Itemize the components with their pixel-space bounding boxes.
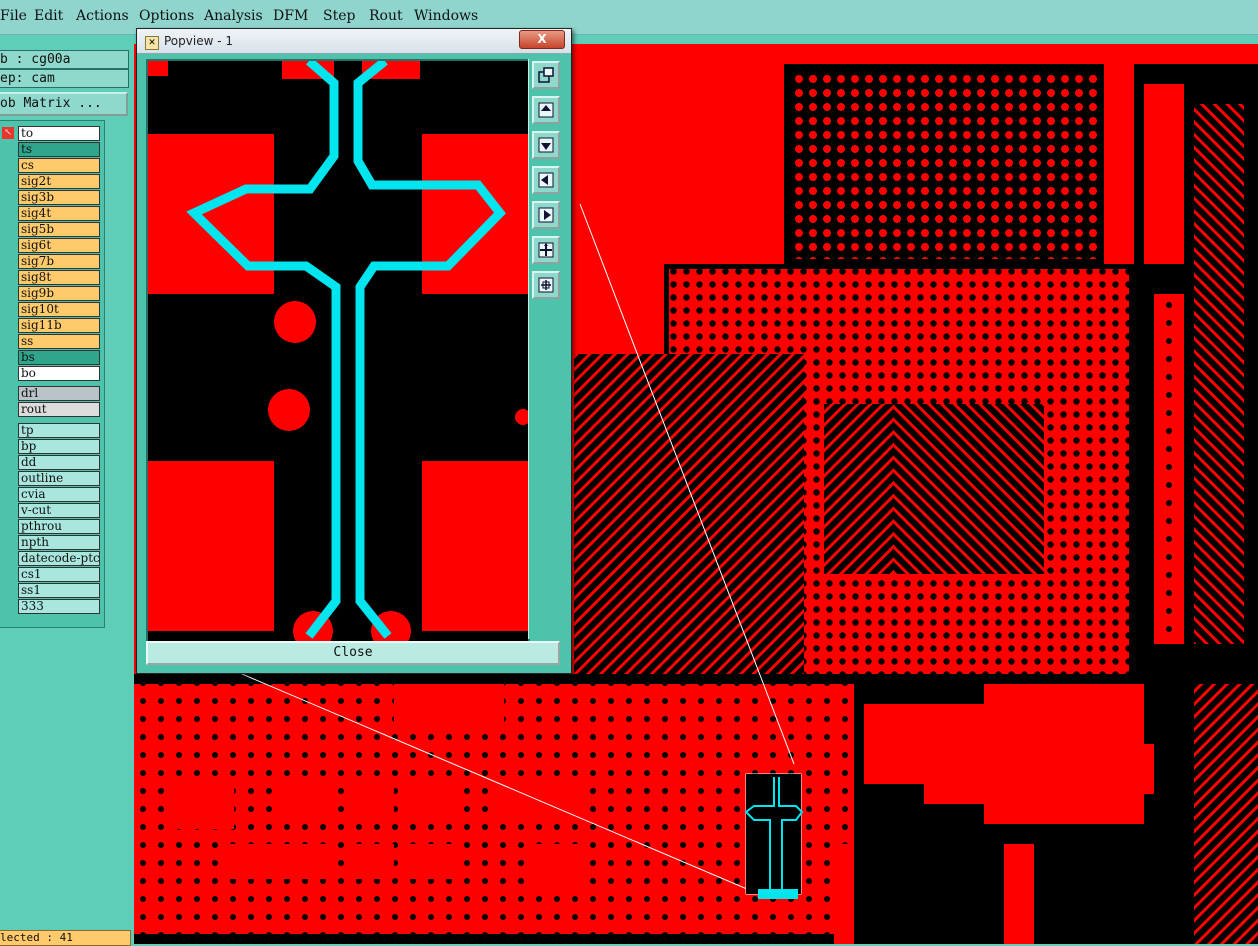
app-icon: ✕ xyxy=(145,36,159,50)
layer-row-sig7b[interactable]: sig7b xyxy=(18,254,100,269)
layer-name: tp xyxy=(21,423,34,437)
layer-row-sig10t[interactable]: sig10t xyxy=(18,302,100,317)
layer-row-sig11b[interactable]: sig11b xyxy=(18,318,100,333)
layer-name: sig3b xyxy=(21,190,54,204)
layer-name: dd xyxy=(21,455,37,469)
popview-toolbar xyxy=(529,59,563,639)
layer-name: sig7b xyxy=(21,254,54,268)
zoom-in-icon[interactable] xyxy=(532,236,560,264)
layer-row-pthrou[interactable]: pthrou xyxy=(18,519,100,534)
layer-row-bp[interactable]: bp xyxy=(18,439,100,454)
popview-zoom-canvas[interactable] xyxy=(146,59,530,643)
pan-right-icon[interactable] xyxy=(532,201,560,229)
layer-row-to[interactable]: to xyxy=(18,126,100,141)
zoomed-trace-artwork xyxy=(148,61,528,641)
layer-row-bo[interactable]: bo xyxy=(18,366,100,381)
layer-name: npth xyxy=(21,535,49,549)
layer-name: sig2t xyxy=(21,174,52,188)
layer-name: ss1 xyxy=(21,583,41,597)
layer-name: sig10t xyxy=(21,302,59,316)
layer-name: bo xyxy=(21,366,36,380)
zoom-window-icon[interactable] xyxy=(532,61,560,89)
layer-row-sig6t[interactable]: sig6t xyxy=(18,238,100,253)
layer-name: to xyxy=(21,126,34,140)
layer-list: to ts cs sig2t sig3b sig4t sig5b sig6t sig7b sig8… xyxy=(0,120,105,628)
left-panel: b : cg00a ep: cam ob Matrix ... to ts cs si… xyxy=(0,44,134,944)
popview-title: Popview - 1 xyxy=(164,34,233,48)
layer-name: cvia xyxy=(21,487,46,501)
layer-row-outline[interactable]: outline xyxy=(18,471,100,486)
step-label: ep: cam xyxy=(0,69,129,88)
layer-row-sig9b[interactable]: sig9b xyxy=(18,286,100,301)
layer-name: drl xyxy=(21,386,39,400)
menu-windows[interactable]: Windows xyxy=(414,8,478,24)
menu-options[interactable]: Options xyxy=(139,8,194,24)
pan-down-icon[interactable] xyxy=(532,131,560,159)
layer-name: 333 xyxy=(21,599,44,613)
layer-name: sig4t xyxy=(21,206,52,220)
layer-name: sig11b xyxy=(21,318,62,332)
job-label: b : cg00a xyxy=(0,50,129,69)
layer-row-bs[interactable]: bs xyxy=(18,350,100,365)
layer-row-ss[interactable]: ss xyxy=(18,334,100,349)
pan-left-icon[interactable] xyxy=(532,166,560,194)
zoom-fit-icon[interactable] xyxy=(532,271,560,299)
layer-name: cs1 xyxy=(21,567,42,581)
layer-row-sig8t[interactable]: sig8t xyxy=(18,270,100,285)
layer-row-sig5b[interactable]: sig5b xyxy=(18,222,100,237)
pan-up-icon[interactable] xyxy=(532,96,560,124)
layer-row-cs1[interactable]: cs1 xyxy=(18,567,100,582)
menu-rout[interactable]: Rout xyxy=(369,8,403,24)
layer-row-v-cut[interactable]: v-cut xyxy=(18,503,100,518)
popview-window: ✕ Popview - 1 X Close xyxy=(136,28,572,674)
layer-row-datecode-ptc[interactable]: datecode-ptc xyxy=(18,551,100,566)
layer-row-cs[interactable]: cs xyxy=(18,158,100,173)
menu-file[interactable]: File xyxy=(0,8,27,24)
layer-name: sig5b xyxy=(21,222,54,236)
menu-step[interactable]: Step xyxy=(323,8,355,24)
job-matrix-button[interactable]: ob Matrix ... xyxy=(0,92,128,116)
layer-name: sig8t xyxy=(21,270,52,284)
layer-row-ss1[interactable]: ss1 xyxy=(18,583,100,598)
layer-row-333[interactable]: 333 xyxy=(18,599,100,614)
layer-row-tp[interactable]: tp xyxy=(18,423,100,438)
layer-name: bs xyxy=(21,350,35,364)
close-button[interactable]: Close xyxy=(146,641,560,665)
layer-row-sig4t[interactable]: sig4t xyxy=(18,206,100,221)
layer-name: outline xyxy=(21,471,64,485)
layer-row-dd[interactable]: dd xyxy=(18,455,100,470)
layer-name: cs xyxy=(21,158,34,172)
layer-row-sig3b[interactable]: sig3b xyxy=(18,190,100,205)
menu-dfm[interactable]: DFM xyxy=(273,8,308,24)
menu-actions[interactable]: Actions xyxy=(76,8,129,24)
layer-name: datecode-ptc xyxy=(21,551,100,565)
layer-name: v-cut xyxy=(21,503,52,517)
layer-name: rout xyxy=(21,402,47,416)
layer-row-npth[interactable]: npth xyxy=(18,535,100,550)
layer-row-cvia[interactable]: cvia xyxy=(18,487,100,502)
layer-name: bp xyxy=(21,439,37,453)
layer-name: pthrou xyxy=(21,519,62,533)
layer-row-sig2t[interactable]: sig2t xyxy=(18,174,100,189)
layer-row-drl[interactable]: drl xyxy=(18,386,100,401)
popview-titlebar[interactable]: ✕ Popview - 1 X xyxy=(137,29,571,54)
active-layer-arrow-icon: ↖ xyxy=(2,127,14,139)
menu-edit[interactable]: Edit xyxy=(34,8,63,24)
layer-row-rout[interactable]: rout xyxy=(18,402,100,417)
layer-name: ts xyxy=(21,142,32,156)
layer-row-ts[interactable]: ts xyxy=(18,142,100,157)
layer-name: sig9b xyxy=(21,286,54,300)
layer-name: ss xyxy=(21,334,34,348)
window-close-button[interactable]: X xyxy=(519,30,565,49)
layer-name: sig6t xyxy=(21,238,52,252)
menu-analysis[interactable]: Analysis xyxy=(204,8,263,24)
